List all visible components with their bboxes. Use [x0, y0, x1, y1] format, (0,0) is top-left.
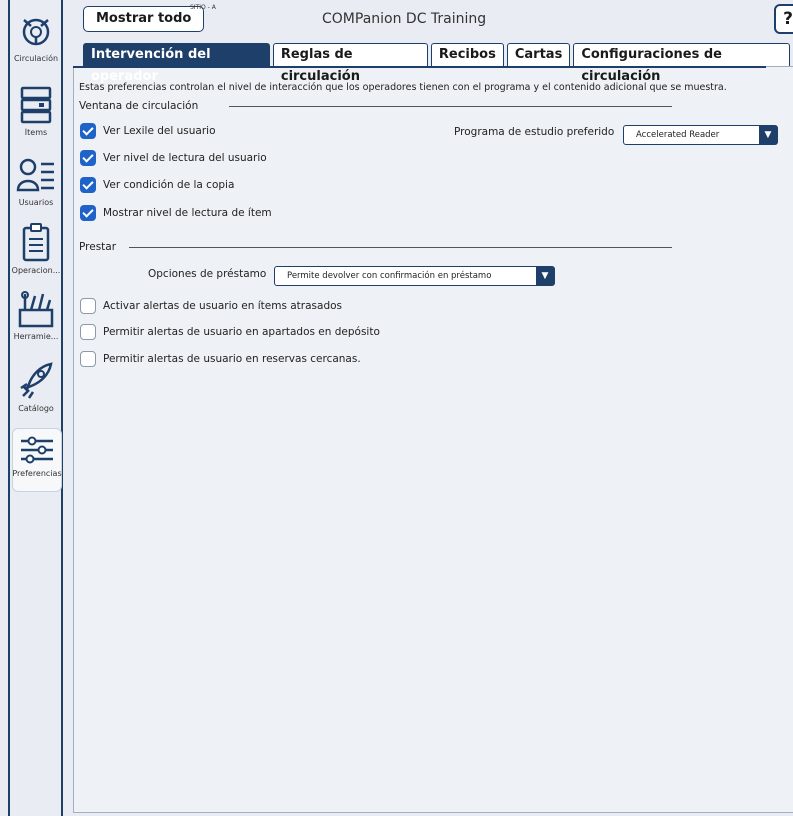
sidebar-item-items[interactable]: Ítems — [12, 84, 60, 137]
checkbox-label: Mostrar nivel de lectura de ítem — [103, 207, 272, 219]
checkbox-checked[interactable] — [80, 177, 96, 193]
checkbox-label: Ver Lexile del usuario — [103, 125, 216, 137]
checkbox-unchecked[interactable] — [80, 351, 96, 367]
sidebar-item-preferencias[interactable]: Preferencias — [12, 428, 62, 492]
study-program-select[interactable]: Accelerated Reader ▼ — [623, 125, 778, 145]
sidebar-item-label: Herramie... — [13, 332, 59, 341]
section-title-lend: Prestar — [79, 241, 117, 253]
checkbox-label: Ver nivel de lectura del usuario — [103, 152, 267, 164]
study-program-label: Programa de estudio preferido — [454, 126, 615, 138]
checkbox-label: Activar alertas de usuario en ítems atra… — [103, 300, 343, 312]
checkbox-checked[interactable] — [80, 150, 96, 166]
loan-options-value: Permite devolver con confirmación en pré… — [287, 271, 492, 281]
loan-options-select[interactable]: Permite devolver con confirmación en pré… — [274, 266, 555, 286]
sidebar-item-label: Usuarios — [18, 198, 54, 207]
show-all-button[interactable]: Mostrar todo — [83, 6, 205, 32]
sidebar-item-label: Operacion... — [11, 266, 61, 275]
checkbox-row[interactable]: Ver Lexile del usuario — [80, 123, 216, 139]
sidebar-item-operaciones[interactable]: Operacion... — [12, 222, 60, 275]
checkbox-row[interactable]: Ver nivel de lectura del usuario — [80, 150, 267, 166]
section-title-circulation-window: Ventana de circulación — [79, 100, 199, 112]
books-icon — [20, 86, 52, 124]
checkbox-row[interactable]: Permitir alertas de usuario en apartados… — [80, 324, 380, 340]
users-icon — [16, 158, 54, 192]
checkbox-row[interactable]: Ver condición de la copia — [80, 177, 234, 193]
app-title: COMPanion DC Training — [322, 11, 487, 27]
rocket-icon — [20, 362, 53, 399]
sidebar-item-label: Catálogo — [18, 404, 54, 413]
loan-options-label: Opciones de préstamo — [148, 268, 267, 280]
checkbox-label: Ver condición de la copia — [103, 179, 235, 191]
sidebar-item-label: Ítems — [24, 128, 48, 137]
sidebar-item-label: Preferencias — [12, 469, 62, 478]
checkbox-checked[interactable] — [80, 123, 96, 139]
preferences-description: Estas preferencias controlan el nivel de… — [79, 82, 727, 93]
tab-divider — [73, 66, 766, 68]
help-icon[interactable]: ? — [774, 4, 793, 34]
clipboard-icon — [22, 223, 50, 262]
study-program-value: Accelerated Reader — [636, 130, 720, 140]
site-label: SITIO - A — [190, 4, 216, 11]
checkbox-row[interactable]: Permitir alertas de usuario en reservas … — [80, 351, 361, 367]
tab-cartas[interactable]: Cartas — [506, 43, 571, 66]
circulation-icon — [22, 18, 50, 46]
sidebar: Circulación Ítems Usuarios Operacion... — [0, 0, 66, 816]
tab-configuraciones-circulacion[interactable]: Configuraciones de circulación — [573, 43, 790, 84]
checkbox-row[interactable]: Activar alertas de usuario en ítems atra… — [80, 298, 342, 314]
sliders-icon — [21, 436, 53, 464]
checkbox-label: Permitir alertas de usuario en reservas … — [103, 353, 361, 365]
section-divider — [129, 247, 672, 248]
dropdown-arrow-icon: ▼ — [536, 267, 554, 285]
tab-intervencion-operador[interactable]: Intervención del operador — [83, 43, 270, 84]
checkbox-checked[interactable] — [80, 205, 96, 221]
section-divider — [229, 106, 672, 107]
sidebar-item-circulacion[interactable]: Circulación — [12, 12, 60, 63]
checkbox-unchecked[interactable] — [80, 298, 96, 314]
checkbox-unchecked[interactable] — [80, 324, 96, 340]
checkbox-label: Permitir alertas de usuario en apartados… — [103, 326, 380, 338]
sidebar-item-label: Circulación — [13, 54, 59, 63]
sidebar-item-herramientas[interactable]: Herramie... — [12, 290, 60, 341]
tools-icon — [18, 291, 54, 328]
tab-reglas-circulacion[interactable]: Reglas de circulación — [272, 43, 428, 84]
sidebar-item-usuarios[interactable]: Usuarios — [12, 156, 60, 207]
sidebar-item-catalogo[interactable]: Catálogo — [12, 360, 60, 413]
tab-recibos[interactable]: Recibos — [430, 43, 504, 66]
dropdown-arrow-icon: ▼ — [759, 126, 777, 144]
checkbox-row[interactable]: Mostrar nivel de lectura de ítem — [80, 205, 272, 221]
tab-bar: Intervención del operador Reglas de circ… — [83, 43, 793, 84]
